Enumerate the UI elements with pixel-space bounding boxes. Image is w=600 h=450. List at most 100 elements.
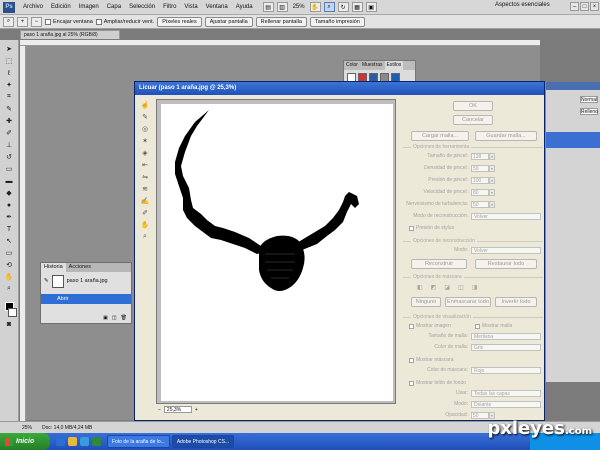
close-icon[interactable]: × (590, 2, 599, 11)
history-snapshot[interactable]: ✎ paso 1 araña.jpg (41, 272, 131, 290)
shape-tool-icon[interactable]: ▭ (3, 248, 16, 258)
taskbar-item-browser[interactable]: Foto de la araña de lo... (107, 435, 170, 448)
zoom-level-select[interactable]: 25% (293, 4, 305, 10)
minimize-icon[interactable]: – (570, 2, 579, 11)
brush-rate-field[interactable]: 80 (471, 189, 489, 196)
dodge-tool-icon[interactable]: ● (3, 200, 16, 210)
zoom-in-icon[interactable]: + (17, 16, 28, 27)
zoom-all-windows-checkbox[interactable]: Ampliar/reducir vent. (95, 18, 154, 25)
checkbox-box[interactable] (409, 357, 414, 363)
show-mesh-checkbox[interactable]: Mostrar malla (475, 323, 512, 329)
gradient-tool-icon[interactable]: ▬ (3, 176, 16, 186)
reconstruct-button[interactable]: Reconstruir (411, 259, 467, 269)
menu-filtro[interactable]: Filtro (159, 4, 180, 10)
replace-selection-icon[interactable]: ◧ (417, 284, 423, 291)
eyedropper-icon[interactable]: ✎ (3, 104, 16, 114)
stylus-pressure-checkbox[interactable]: Presión de stylus (409, 225, 454, 231)
actual-pixels-button[interactable]: Píxeles reales (157, 16, 202, 27)
checkbox-box[interactable] (45, 18, 51, 25)
load-mesh-button[interactable]: Cargar malla... (411, 131, 469, 141)
media-icon[interactable] (80, 437, 89, 446)
tab-muestras[interactable]: Muestras (360, 61, 385, 70)
path-selection-icon[interactable]: ↖ (3, 236, 16, 246)
tab-color[interactable]: Color (344, 61, 360, 70)
quick-mask-icon[interactable]: ◙ (3, 319, 16, 329)
brush-rate-dropdown-icon[interactable]: ▾ (489, 189, 495, 196)
turbulence-icon[interactable]: ≋ (139, 184, 151, 193)
maximize-icon[interactable]: □ (580, 2, 589, 11)
marquee-tool-icon[interactable]: ⬚ (3, 56, 16, 66)
subtract-from-selection-icon[interactable]: ◪ (444, 284, 450, 291)
hand-tool-icon[interactable]: ✋ (139, 220, 151, 229)
tab-historia[interactable]: Historia (41, 263, 66, 272)
messenger-icon[interactable] (92, 437, 101, 446)
fill-screen-button[interactable]: Rellenar pantalla (255, 16, 307, 27)
show-backdrop-checkbox[interactable]: Mostrar telón de fondo (409, 380, 466, 386)
restore-all-button[interactable]: Restaurar todo (475, 259, 537, 269)
menu-archivo[interactable]: Archivo (19, 4, 47, 10)
brush-density-field[interactable]: 50 (471, 165, 489, 172)
forward-warp-icon[interactable]: ☝ (139, 100, 151, 109)
history-brush-icon[interactable]: ↺ (3, 152, 16, 162)
menu-seleccion[interactable]: Selección (125, 4, 159, 10)
start-button[interactable]: Inicio (0, 433, 50, 450)
turbulent-jitter-dropdown-icon[interactable]: ▾ (489, 201, 495, 208)
rotate-view-icon[interactable]: ↻ (337, 2, 349, 12)
brush-size-dropdown-icon[interactable]: ▾ (489, 153, 495, 160)
zoom-in-icon[interactable]: + (195, 407, 198, 413)
liquify-preview[interactable] (156, 99, 396, 404)
zoom-tool-icon[interactable]: ⌕ (323, 2, 335, 12)
tab-acciones[interactable]: Acciones (66, 263, 94, 272)
trash-icon[interactable]: 🗑 (121, 315, 127, 321)
print-size-button[interactable]: Tamaño impresión (309, 16, 365, 27)
type-tool-icon[interactable]: T (3, 224, 16, 234)
intersect-selection-icon[interactable]: ◫ (458, 284, 464, 291)
reconstruct-mode-select[interactable]: Volver (471, 213, 541, 220)
document-tab[interactable]: paso 1 araña.jpg al 25% (RGB/8) (20, 30, 120, 39)
blend-mode-field[interactable]: Normal (580, 96, 598, 103)
save-mesh-button[interactable]: Guardar malla... (475, 131, 537, 141)
menu-capa[interactable]: Capa (103, 4, 125, 10)
menu-edicion[interactable]: Edición (47, 4, 75, 10)
mask-none-button[interactable]: Ninguno (411, 297, 441, 307)
checkbox-box[interactable] (95, 18, 102, 25)
menu-ayuda[interactable]: Ayuda (232, 4, 257, 10)
twirl-clockwise-icon[interactable]: ◎ (139, 124, 151, 133)
pen-tool-icon[interactable]: ✒ (3, 212, 16, 222)
checkbox-box[interactable] (409, 380, 414, 386)
mesh-size-select[interactable]: Mediana (471, 333, 541, 340)
magic-wand-icon[interactable]: ✦ (3, 80, 16, 90)
show-mask-checkbox[interactable]: Mostrar máscara (409, 357, 454, 363)
zoom-tool-icon[interactable]: ⌕ (3, 284, 16, 294)
zoom-out-icon[interactable]: − (31, 16, 42, 27)
arrange-documents-icon[interactable]: ▦ (351, 2, 363, 12)
invert-all-button[interactable]: Invertir todo (495, 297, 537, 307)
menu-imagen[interactable]: Imagen (75, 4, 103, 10)
use-select[interactable]: Todas las capas (471, 390, 541, 397)
fill-field[interactable]: Relleno (580, 108, 598, 115)
workspace-switcher[interactable]: Aspectos esenciales (495, 2, 550, 8)
new-document-from-state-icon[interactable]: ▣ (103, 315, 108, 321)
thaw-mask-icon[interactable]: ✐ (139, 208, 151, 217)
clone-stamp-icon[interactable]: ⊥ (3, 140, 16, 150)
mini-bridge-icon[interactable]: ▥ (276, 2, 288, 12)
menu-ventana[interactable]: Ventana (202, 4, 232, 10)
preview-zoom-field[interactable]: 25,3% (163, 406, 192, 413)
backdrop-mode-select[interactable]: Delante (471, 401, 541, 408)
mask-all-button[interactable]: Enmascarar todo (445, 297, 491, 307)
lasso-tool-icon[interactable]: ℓ (3, 68, 16, 78)
folder-icon[interactable] (68, 437, 77, 446)
hand-tool-icon[interactable]: ✋ (3, 272, 16, 282)
turbulent-jitter-field[interactable]: 50 (471, 201, 489, 208)
status-zoom[interactable]: 25% (22, 425, 32, 431)
launch-bridge-icon[interactable]: ▤ (262, 2, 274, 12)
mode-select[interactable]: Volver (471, 247, 541, 254)
push-left-icon[interactable]: ⇤ (139, 160, 151, 169)
zoom-out-icon[interactable]: − (158, 407, 161, 413)
checkbox-box[interactable] (475, 323, 480, 329)
new-snapshot-icon[interactable]: ◫ (112, 315, 117, 321)
screen-mode-icon[interactable]: ▣ (365, 2, 377, 12)
mirror-icon[interactable]: ⇋ (139, 172, 151, 181)
taskbar-item-photoshop[interactable]: Adobe Photoshop CS... (171, 435, 235, 448)
brush-size-field[interactable]: 138 (471, 153, 489, 160)
